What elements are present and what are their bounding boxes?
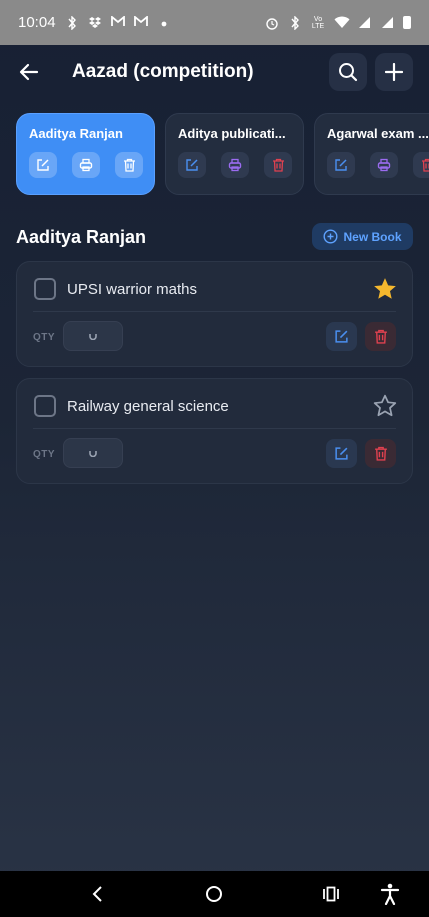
back-icon xyxy=(92,886,102,902)
star-filled-icon[interactable] xyxy=(372,276,398,302)
print-publisher-button[interactable] xyxy=(72,152,100,178)
edit-icon xyxy=(335,447,348,460)
edit-icon xyxy=(335,330,348,343)
qty-input[interactable] xyxy=(63,321,123,351)
edit-icon xyxy=(335,159,347,171)
nav-recents-button[interactable] xyxy=(316,879,346,909)
signal-icon xyxy=(380,16,394,30)
new-book-button[interactable]: New Book xyxy=(312,223,413,250)
delete-book-button[interactable] xyxy=(365,322,396,351)
nav-home-button[interactable] xyxy=(199,879,229,909)
wifi-icon xyxy=(334,16,350,30)
status-bar: 10:04 Vo LTE xyxy=(0,0,429,45)
qty-input[interactable] xyxy=(63,438,123,468)
print-publisher-button[interactable] xyxy=(370,152,398,178)
print-publisher-button[interactable] xyxy=(221,152,249,178)
accessibility-icon xyxy=(380,883,400,905)
edit-icon xyxy=(186,159,198,171)
qty-label: QTY xyxy=(33,332,56,343)
printer-icon xyxy=(377,158,391,172)
delete-publisher-button[interactable] xyxy=(413,152,429,178)
nav-back-button[interactable] xyxy=(82,879,112,909)
dropbox-icon xyxy=(88,16,102,30)
edit-icon xyxy=(37,159,49,171)
book-item: Railway general science QTY xyxy=(16,378,413,484)
divider xyxy=(33,311,396,312)
home-icon xyxy=(206,886,222,902)
section-title: Aaditya Ranjan xyxy=(16,227,147,247)
trash-icon xyxy=(374,329,387,344)
back-button[interactable] xyxy=(14,57,44,87)
publisher-name: Aaditya Ranjan xyxy=(29,126,123,141)
qty-label: QTY xyxy=(33,449,56,460)
delete-publisher-button[interactable] xyxy=(264,152,292,178)
publisher-card[interactable]: Aaditya Ranjan xyxy=(16,113,155,195)
add-button[interactable] xyxy=(375,53,413,91)
nav-accessibility-button[interactable] xyxy=(375,879,405,909)
gmail-icon xyxy=(133,14,148,30)
battery-icon xyxy=(403,16,411,29)
trash-icon xyxy=(374,446,387,461)
status-time: 10:04 xyxy=(18,14,56,31)
bluetooth-icon xyxy=(288,14,302,31)
signal-icon xyxy=(357,16,371,30)
publisher-name: Aditya publicati... xyxy=(178,126,286,141)
plus-circle-icon xyxy=(323,229,338,244)
recents-icon xyxy=(323,886,339,902)
edit-publisher-button[interactable] xyxy=(178,152,206,178)
publisher-carousel[interactable]: Aaditya Ranjan Aditya publicati... Agarw… xyxy=(16,113,429,195)
publisher-card[interactable]: Agarwal exam ... xyxy=(314,113,429,195)
publisher-card[interactable]: Aditya publicati... xyxy=(165,113,304,195)
alarm-icon xyxy=(265,16,279,30)
book-title: Railway general science xyxy=(67,398,229,415)
gmail-icon xyxy=(110,14,125,30)
cursor-icon xyxy=(89,450,97,457)
cursor-icon xyxy=(89,333,97,340)
search-button[interactable] xyxy=(329,53,367,91)
printer-icon xyxy=(79,158,93,172)
book-checkbox[interactable] xyxy=(34,278,56,300)
publisher-name: Agarwal exam ... xyxy=(327,126,429,141)
search-icon xyxy=(339,63,358,82)
arrow-left-icon xyxy=(19,63,39,81)
divider xyxy=(33,428,396,429)
trash-icon xyxy=(272,158,284,172)
system-nav-bar xyxy=(0,871,429,917)
page-title: Aazad (competition) xyxy=(72,61,254,82)
book-title: UPSI warrior maths xyxy=(67,281,198,298)
app-bar: Aazad (competition) xyxy=(0,45,429,101)
printer-icon xyxy=(228,158,242,172)
delete-publisher-button[interactable] xyxy=(115,152,143,178)
trash-icon xyxy=(123,158,135,172)
trash-icon xyxy=(421,158,429,172)
star-outline-icon[interactable] xyxy=(372,393,398,419)
book-item: UPSI warrior maths QTY xyxy=(16,261,413,367)
new-book-label: New Book xyxy=(343,229,402,244)
edit-book-button[interactable] xyxy=(326,322,357,351)
bluetooth-icon xyxy=(65,14,79,31)
edit-publisher-button[interactable] xyxy=(327,152,355,178)
plus-icon xyxy=(385,63,403,81)
dot-icon xyxy=(157,16,171,30)
edit-book-button[interactable] xyxy=(326,439,357,468)
edit-publisher-button[interactable] xyxy=(29,152,57,178)
delete-book-button[interactable] xyxy=(365,439,396,468)
volte-icon: Vo LTE xyxy=(311,15,325,30)
book-checkbox[interactable] xyxy=(34,395,56,417)
